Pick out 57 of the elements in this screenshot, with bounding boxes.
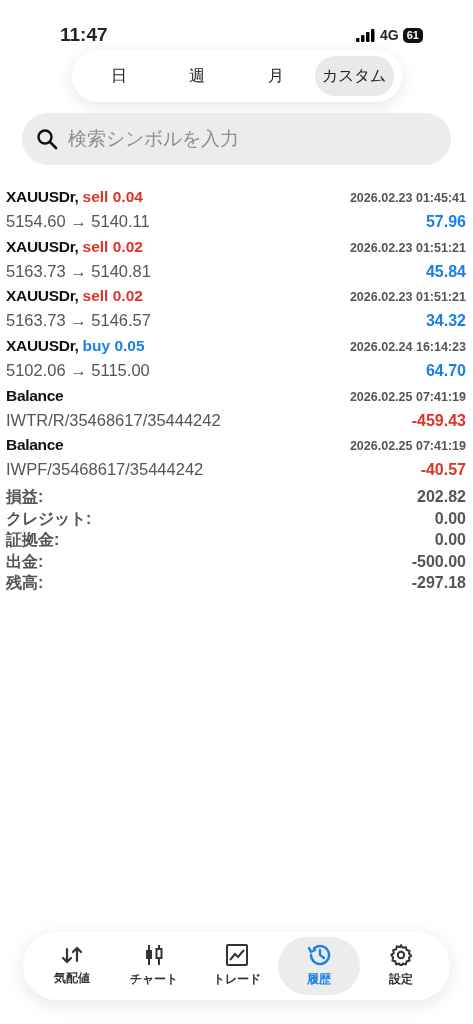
period-tab[interactable]: 日 <box>79 56 158 96</box>
tab-bar-item[interactable]: 気配値 <box>31 937 114 995</box>
summary-value: -297.18 <box>411 573 466 593</box>
profit-value: 45.84 <box>425 261 466 282</box>
deal-time: 2026.02.24 16:14:23 <box>349 339 466 357</box>
summary-value: 202.82 <box>417 487 466 507</box>
deal-time: 2026.02.23 01:51:21 <box>349 289 466 307</box>
period-tab[interactable]: 週 <box>158 56 237 96</box>
summary-label: クレジット: <box>6 508 92 529</box>
period-tab[interactable]: カスタム <box>315 56 394 96</box>
network-label: 4G <box>380 25 399 45</box>
deal-detail: IWPF/35468617/35444242 <box>6 459 204 481</box>
profit-value: 64.70 <box>425 361 466 382</box>
battery-level: 61 <box>402 27 423 43</box>
summary-value: -500.00 <box>411 551 466 572</box>
deal-time: 2026.02.25 07:41:19 <box>349 388 466 406</box>
profit-value: -459.43 <box>411 410 466 431</box>
summary-label: 出金: <box>6 551 44 572</box>
order-label: sell 0.02 <box>82 286 143 307</box>
symbol-label: Balance <box>6 385 64 406</box>
order-label: buy 0.05 <box>82 336 145 357</box>
symbol-label: XAUUSDr, <box>6 236 79 257</box>
deal-time: 2026.02.25 07:41:19 <box>349 438 466 456</box>
arrows-icon <box>60 945 85 965</box>
summary-value: 0.00 <box>434 508 466 529</box>
symbol-label: XAUUSDr, <box>6 187 79 207</box>
deal-detail: 5102.06 → 5115.00 <box>6 360 150 382</box>
deal-detail: IWTR/R/35468617/35444242 <box>6 409 221 431</box>
search-field[interactable]: 検索シンボルを入力 <box>22 113 451 165</box>
deal-time: 2026.02.23 01:51:21 <box>349 239 466 257</box>
summary-label: 残高: <box>6 573 44 593</box>
candlestick-icon <box>144 944 165 966</box>
tab-bar-item[interactable]: 設定 <box>359 937 442 995</box>
deal-detail: 5163.73 → 5146.57 <box>6 310 151 332</box>
summary-label: 証拠金: <box>6 530 60 550</box>
profit-value: -40.57 <box>420 460 466 481</box>
period-tab[interactable]: 月 <box>236 56 315 96</box>
summary-value: 0.00 <box>434 530 466 550</box>
deal-detail: 5163.73 → 5140.81 <box>6 260 151 282</box>
tab-bar-item[interactable]: トレード <box>195 937 278 995</box>
profit-value: 34.32 <box>425 311 466 332</box>
order-label: sell 0.02 <box>82 236 143 257</box>
symbol-label: XAUUSDr, <box>6 336 79 357</box>
history-icon <box>306 944 331 966</box>
settings-icon <box>389 944 412 966</box>
deal-time: 2026.02.23 01:45:41 <box>349 190 466 207</box>
profit-value: 57.96 <box>425 212 466 232</box>
signal-icon <box>356 28 377 42</box>
clock-time: 11:47 <box>60 22 108 47</box>
line-chart-icon <box>225 944 248 966</box>
tab-bar-item[interactable]: チャート <box>113 937 196 995</box>
symbol-label: Balance <box>6 435 64 456</box>
search-icon <box>36 128 58 150</box>
symbol-label: XAUUSDr, <box>6 286 79 307</box>
summary-label: 損益: <box>6 487 44 507</box>
deal-detail: 5154.60 → 5140.11 <box>6 211 150 232</box>
order-label: sell 0.04 <box>82 187 143 207</box>
